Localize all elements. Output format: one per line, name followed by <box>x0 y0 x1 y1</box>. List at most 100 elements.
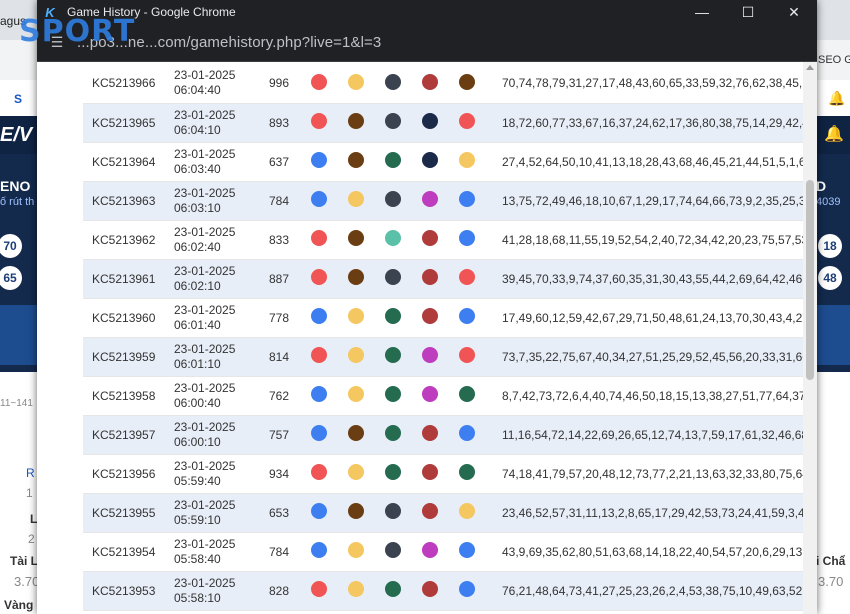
vertical-scrollbar[interactable] <box>803 62 817 614</box>
result-dot-red <box>311 581 327 597</box>
scroll-thumb[interactable] <box>806 180 814 380</box>
result-dot-yellow <box>348 542 364 558</box>
result-dot-blue <box>311 152 327 168</box>
table-row: KC5213963 23-01-2025 06:03:10 784 13,75,72,4… <box>83 181 803 221</box>
draw-date-text: 23-01-2025 <box>174 458 236 473</box>
draw-id: KC5213961 <box>83 259 174 299</box>
draw-numbers: 11,16,54,72,14,22,69,26,65,12,74,13,7,59… <box>496 415 803 455</box>
bg-ball: 65 <box>0 266 22 290</box>
result-dot-red <box>311 269 327 285</box>
result-dot-green <box>385 152 401 168</box>
result-dot-darkred <box>422 425 438 441</box>
draw-time: 23-01-2025 06:00:40 <box>174 376 269 416</box>
draw-date-text: 23-01-2025 <box>174 341 236 356</box>
result-dot-darkred <box>422 269 438 285</box>
result-dot-blue <box>459 542 475 558</box>
table-row: KC5213962 23-01-2025 06:02:40 833 41,28,18,6… <box>83 220 803 260</box>
draw-id: KC5213965 <box>83 103 174 143</box>
table-row: KC5213961 23-01-2025 06:02:10 887 39,45,70,3… <box>83 259 803 299</box>
draw-id: KC5213953 <box>83 571 174 611</box>
result-dot-green <box>385 464 401 480</box>
draw-total: 996 <box>269 64 311 104</box>
draw-date-text: 23-01-2025 <box>174 419 236 434</box>
draw-date-text: 23-01-2025 <box>174 146 236 161</box>
draw-numbers: 43,9,69,35,62,80,51,63,68,14,18,22,40,54… <box>496 532 803 572</box>
table-row: KC5213953 23-01-2025 05:58:10 828 76,21,48,6… <box>83 571 803 611</box>
result-dot-brown <box>348 269 364 285</box>
table-row: KC5213965 23-01-2025 06:04:10 893 18,72,60,7… <box>83 103 803 143</box>
title-bar: K Game History - Google Chrome — ☐ ✕ <box>37 0 817 24</box>
draw-time: 23-01-2025 06:02:10 <box>174 259 269 299</box>
draw-numbers: 76,21,48,64,73,41,27,25,23,26,2,4,53,38,… <box>496 571 803 611</box>
result-dot-red <box>311 73 327 90</box>
result-dot-green <box>459 386 475 402</box>
maximize-button[interactable]: ☐ <box>725 0 771 24</box>
result-dot-dark <box>385 269 401 285</box>
window-title: Game History - Google Chrome <box>67 5 236 19</box>
result-dot-green <box>385 581 401 597</box>
result-dot-blue <box>459 425 475 441</box>
result-dot-green <box>385 425 401 441</box>
table-row: KC5213966 23-01-2025 06:04:40 996 70,74,78,7… <box>83 64 803 104</box>
draw-clock-text: 06:02:40 <box>174 239 221 254</box>
history-content: KC5213966 23-01-2025 06:04:40 996 70,74,78,7… <box>37 62 803 614</box>
window-controls: — ☐ ✕ <box>679 0 817 24</box>
result-dot-blue <box>459 230 475 246</box>
draw-date-text: 23-01-2025 <box>174 185 236 200</box>
draw-clock-text: 06:00:10 <box>174 434 221 449</box>
draw-clock-text: 05:58:40 <box>174 551 221 566</box>
result-dot-brown <box>348 152 364 168</box>
result-dot-green <box>385 347 401 363</box>
result-dot-purple <box>422 347 438 363</box>
minimize-button[interactable]: — <box>679 0 725 24</box>
draw-date-text: 23-01-2025 <box>174 497 236 512</box>
draw-total: 887 <box>269 259 311 299</box>
close-icon: ✕ <box>788 3 800 20</box>
draw-clock-text: 06:03:10 <box>174 200 221 215</box>
result-dot-blue <box>459 308 475 324</box>
result-dot-yellow <box>348 308 364 324</box>
result-dot-purple <box>422 542 438 558</box>
draw-numbers: 70,74,78,79,31,27,17,48,43,60,65,33,59,3… <box>496 64 803 104</box>
draw-time: 23-01-2025 06:04:10 <box>174 103 269 143</box>
result-dot-red <box>459 113 475 129</box>
draw-total: 762 <box>269 376 311 416</box>
result-dot-teal <box>385 230 401 246</box>
result-dot-blue <box>311 308 327 324</box>
minimize-icon: — <box>695 4 709 20</box>
site-settings-icon[interactable]: ☰ <box>47 33 67 53</box>
draw-clock-text: 06:04:40 <box>174 83 221 98</box>
table-row: KC5213955 23-01-2025 05:59:10 653 23,46,52,5… <box>83 493 803 533</box>
bg-tab-text: agus <box>0 14 27 28</box>
result-dot-blue <box>311 191 327 207</box>
result-dot-dark <box>385 73 401 90</box>
result-dot-red <box>311 113 327 129</box>
draw-date-text: 23-01-2025 <box>174 68 236 83</box>
close-button[interactable]: ✕ <box>771 0 817 24</box>
bg-ball: 48 <box>818 266 842 290</box>
result-dot-blue <box>311 503 327 519</box>
draw-time: 23-01-2025 06:01:40 <box>174 298 269 338</box>
background-page-right: SEO G 🔔 🔔 D 4039 18 48 i Chẩ 3.70 <box>816 0 850 614</box>
draw-date-text: 23-01-2025 <box>174 107 236 122</box>
draw-total: 784 <box>269 181 311 221</box>
draw-time: 23-01-2025 06:03:40 <box>174 142 269 182</box>
result-dot-brown <box>348 503 364 519</box>
table-row: KC5213964 23-01-2025 06:03:40 637 27,4,52,64… <box>83 142 803 182</box>
bell-outline-icon: 🔔 <box>824 126 844 143</box>
url-text[interactable]: ...po3...ne...com/gamehistory.php?live=1… <box>77 34 381 51</box>
result-dot-blue <box>311 386 327 402</box>
background-page-left: agus S E/V ENO ố rút th 70 65 11~141 R 1… <box>0 0 40 614</box>
result-dot-yellow <box>459 152 475 168</box>
result-dot-brown <box>459 73 475 90</box>
draw-time: 23-01-2025 05:58:40 <box>174 532 269 572</box>
draw-time: 23-01-2025 06:03:10 <box>174 181 269 221</box>
draw-numbers: 27,4,52,64,50,10,41,13,18,28,43,68,46,45… <box>496 142 803 182</box>
result-dot-darkred <box>422 73 438 90</box>
address-bar[interactable]: ☰ ...po3...ne...com/gamehistory.php?live… <box>37 24 817 62</box>
scroll-up-icon[interactable] <box>806 65 814 70</box>
history-table: KC5213966 23-01-2025 06:04:40 996 70,74,78,7… <box>83 64 803 611</box>
draw-total: 828 <box>269 571 311 611</box>
draw-clock-text: 05:59:40 <box>174 473 221 488</box>
draw-numbers: 17,49,60,12,59,42,67,29,71,50,48,61,24,1… <box>496 298 803 338</box>
